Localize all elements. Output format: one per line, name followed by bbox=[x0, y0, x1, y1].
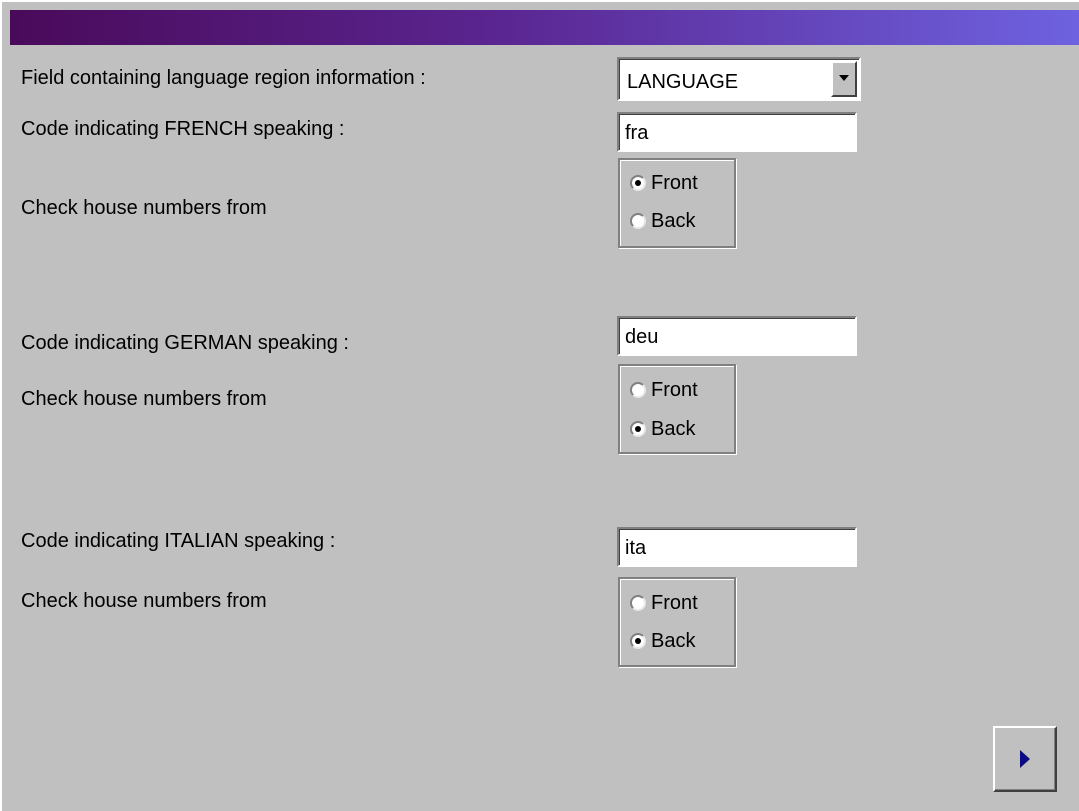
french-check-label: Check house numbers from bbox=[21, 197, 267, 219]
radio-label: Front bbox=[651, 379, 698, 401]
play-right-icon bbox=[1020, 750, 1030, 768]
radio-label: Front bbox=[651, 172, 698, 194]
title-bar bbox=[10, 10, 1079, 45]
radio-label: Back bbox=[651, 418, 696, 440]
french-code-label: Code indicating FRENCH speaking : bbox=[21, 118, 345, 140]
italian-code-label: Code indicating ITALIAN speaking : bbox=[21, 530, 336, 552]
italian-code-input[interactable]: ita bbox=[617, 527, 857, 567]
radio-label: Front bbox=[651, 592, 698, 614]
french-code-input[interactable]: fra bbox=[617, 112, 857, 152]
radio-unchecked-icon bbox=[630, 595, 646, 611]
radio-label: Back bbox=[651, 210, 696, 232]
italian-radio-group: Front Back bbox=[618, 577, 736, 667]
radio-checked-icon bbox=[630, 175, 646, 191]
dropdown-button[interactable] bbox=[831, 61, 857, 97]
radio-label: Back bbox=[651, 630, 696, 652]
language-field-value: LANGUAGE bbox=[627, 71, 739, 93]
chevron-down-icon bbox=[839, 75, 849, 81]
radio-unchecked-icon bbox=[630, 213, 646, 229]
language-field-select[interactable]: LANGUAGE bbox=[617, 57, 861, 101]
german-radio-group: Front Back bbox=[618, 364, 736, 454]
radio-checked-icon bbox=[630, 421, 646, 437]
german-check-label: Check house numbers from bbox=[21, 388, 267, 410]
french-radio-group: Front Back bbox=[618, 158, 736, 248]
next-button[interactable] bbox=[993, 726, 1057, 792]
italian-check-label: Check house numbers from bbox=[21, 590, 267, 612]
radio-unchecked-icon bbox=[630, 382, 646, 398]
german-code-label: Code indicating GERMAN speaking : bbox=[21, 332, 349, 354]
radio-checked-icon bbox=[630, 633, 646, 649]
language-field-label: Field containing language region informa… bbox=[21, 67, 426, 89]
german-code-input[interactable]: deu bbox=[617, 316, 857, 356]
